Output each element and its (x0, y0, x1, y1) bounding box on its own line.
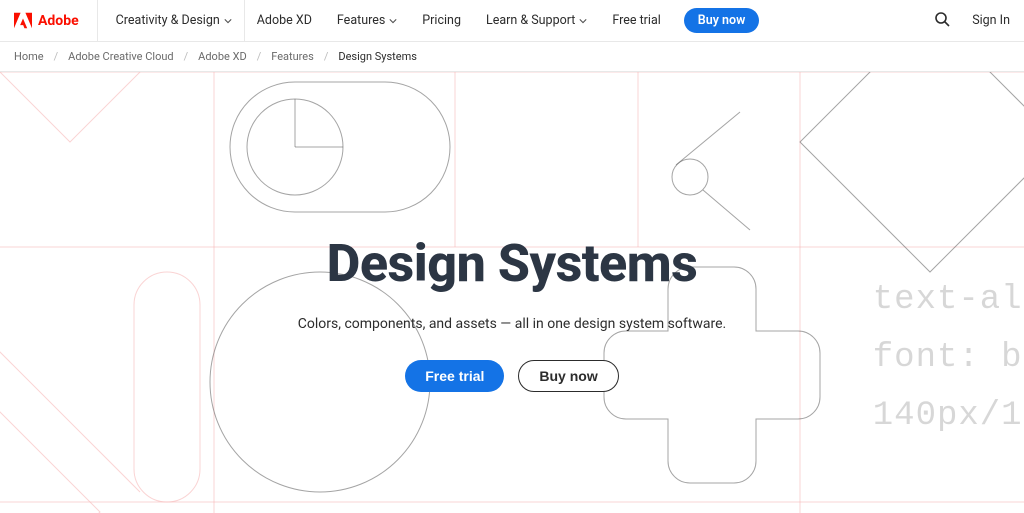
nav-pricing[interactable]: Pricing (410, 0, 474, 41)
nav-label: Free trial (612, 13, 660, 28)
nav-label: Pricing (422, 13, 461, 28)
nav-creativity-design[interactable]: Creativity & Design (104, 0, 245, 41)
nav-label: Creativity & Design (116, 13, 220, 28)
chevron-down-icon (224, 17, 232, 25)
adobe-logo[interactable]: Adobe (14, 0, 98, 41)
top-nav: Adobe Creativity & Design Adobe XD Featu… (0, 0, 1024, 42)
breadcrumb-separator: / (324, 50, 329, 63)
free-trial-button[interactable]: Free trial (405, 360, 504, 392)
nav-buy-now-button[interactable]: Buy now (684, 8, 760, 33)
nav-label: Learn & Support (486, 13, 575, 28)
breadcrumb-separator: / (54, 50, 59, 63)
breadcrumb: Home / Adobe Creative Cloud / Adobe XD /… (0, 42, 1024, 72)
breadcrumb-creative-cloud[interactable]: Adobe Creative Cloud (68, 50, 173, 63)
nav-features[interactable]: Features (325, 0, 410, 41)
nav-label: Features (337, 13, 385, 28)
nav-learn-support[interactable]: Learn & Support (474, 0, 600, 41)
adobe-logo-icon (14, 12, 32, 29)
buy-now-button[interactable]: Buy now (518, 360, 618, 392)
chevron-down-icon (389, 17, 397, 25)
hero-section: text-ali font: bo 140px/11 Design System… (0, 72, 1024, 513)
breadcrumb-separator: / (257, 50, 262, 63)
breadcrumb-separator: / (184, 50, 189, 63)
nav-right: Sign In (934, 11, 1010, 31)
nav-items: Creativity & Design Adobe XD Features Pr… (104, 0, 760, 41)
search-button[interactable] (934, 11, 950, 31)
page-title: Design Systems (327, 233, 698, 294)
adobe-logo-text: Adobe (38, 13, 79, 29)
breadcrumb-features[interactable]: Features (271, 50, 314, 63)
search-icon (934, 11, 950, 27)
breadcrumb-home[interactable]: Home (14, 50, 44, 63)
page-subtitle: Colors, components, and assets — all in … (298, 316, 726, 332)
nav-free-trial[interactable]: Free trial (600, 0, 673, 41)
nav-adobe-xd[interactable]: Adobe XD (245, 0, 325, 41)
breadcrumb-adobe-xd[interactable]: Adobe XD (198, 50, 247, 63)
hero-content: Design Systems Colors, components, and a… (0, 72, 1024, 513)
breadcrumb-current: Design Systems (338, 50, 417, 63)
chevron-down-icon (579, 17, 587, 25)
cta-row: Free trial Buy now (405, 360, 618, 392)
nav-label: Adobe XD (257, 13, 312, 28)
sign-in-link[interactable]: Sign In (972, 13, 1010, 28)
